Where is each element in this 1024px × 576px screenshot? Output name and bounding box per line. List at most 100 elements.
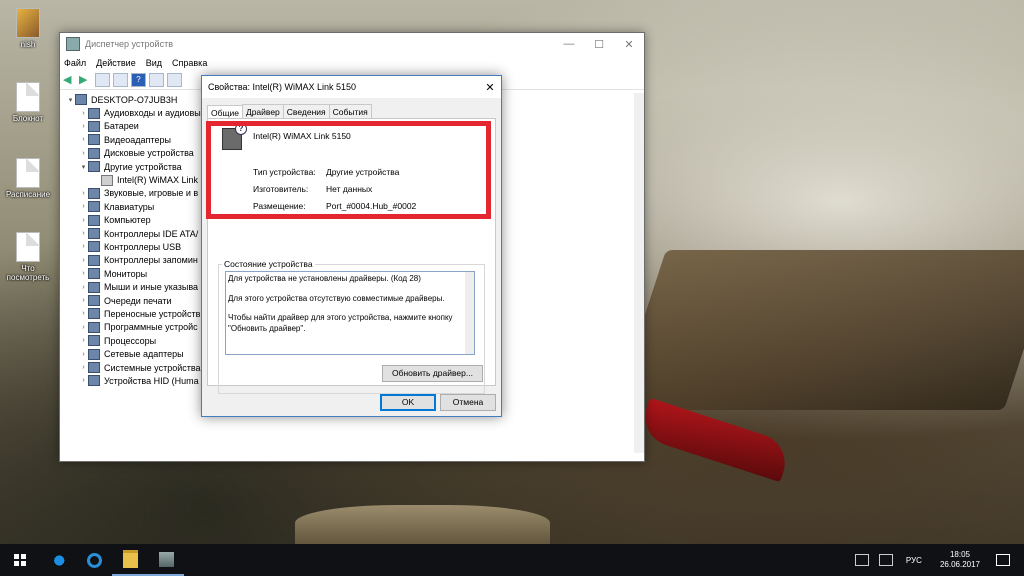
- chevron-right-icon[interactable]: ›: [79, 190, 88, 197]
- chevron-right-icon[interactable]: ›: [79, 123, 88, 130]
- tab-details[interactable]: Сведения: [282, 104, 330, 119]
- clock-date: 26.06.2017: [939, 560, 980, 569]
- tree-item-label: Клавиатуры: [104, 201, 155, 212]
- back-arrow-icon[interactable]: ◀: [63, 74, 76, 86]
- menu-help[interactable]: Справка: [172, 58, 207, 68]
- computer-icon: [88, 214, 100, 226]
- help-icon[interactable]: ?: [131, 73, 146, 87]
- tree-item-label: Очереди печати: [104, 295, 172, 306]
- chevron-right-icon[interactable]: ›: [79, 310, 88, 317]
- chevron-right-icon[interactable]: ›: [79, 217, 88, 224]
- printer-icon: [88, 295, 100, 307]
- edge-icon: [50, 552, 66, 568]
- tree-item-label: Аудиовходы и аудиовы: [104, 108, 201, 119]
- properties-titlebar[interactable]: Свойства: Intel(R) WiMAX Link 5150 ✕: [202, 76, 501, 98]
- update-driver-button[interactable]: Обновить драйвер...: [382, 365, 483, 382]
- cpu-icon: [88, 335, 100, 347]
- tree-item-label: Батареи: [104, 121, 139, 132]
- tree-item-label: Контроллеры запомин: [104, 255, 198, 266]
- menu-file[interactable]: Файл: [64, 58, 86, 68]
- tree-item-label: Контроллеры USB: [104, 241, 182, 252]
- desktop-icon-schedule[interactable]: Расписание: [2, 158, 54, 199]
- chevron-right-icon[interactable]: ›: [79, 243, 88, 250]
- background-roof: [614, 250, 1024, 410]
- chevron-down-icon[interactable]: ▾: [66, 96, 75, 104]
- notifications-icon[interactable]: [996, 554, 1010, 566]
- taskbar-device-manager[interactable]: [148, 544, 184, 576]
- usb-icon: [88, 241, 100, 253]
- chevron-right-icon[interactable]: ›: [79, 203, 88, 210]
- close-button[interactable]: ✕: [614, 38, 644, 51]
- file-explorer-icon: [122, 550, 138, 568]
- status-line: Чтобы найти драйвер для этого устройства…: [228, 313, 453, 333]
- chevron-down-icon[interactable]: ▾: [79, 163, 88, 171]
- dialog-close-button[interactable]: ✕: [479, 81, 501, 94]
- tree-item-label: Звуковые, игровые и в: [104, 188, 199, 199]
- network-icon: [88, 348, 100, 360]
- taskbar-media[interactable]: [76, 544, 112, 576]
- desktop-icon-label: Блокнот: [12, 114, 44, 123]
- chevron-right-icon[interactable]: ›: [79, 136, 88, 143]
- status-scrollbar[interactable]: [465, 272, 474, 354]
- chevron-right-icon[interactable]: ›: [79, 270, 88, 277]
- chevron-right-icon[interactable]: ›: [79, 364, 88, 371]
- portable-icon: [88, 308, 100, 320]
- system-icon: [88, 362, 100, 373]
- tab-driver[interactable]: Драйвер: [241, 104, 284, 119]
- language-indicator[interactable]: РУС: [906, 556, 922, 565]
- taskbar-file-explorer[interactable]: [112, 544, 148, 576]
- tree-item-label: Переносные устройств: [104, 308, 201, 319]
- monitor-icon[interactable]: [167, 73, 182, 87]
- view-icon[interactable]: [149, 73, 164, 87]
- chevron-right-icon[interactable]: ›: [79, 230, 88, 237]
- desktop-icon-label: Что посмотреть: [6, 264, 50, 282]
- text-file-icon: [16, 158, 40, 188]
- chevron-right-icon[interactable]: ›: [79, 110, 88, 117]
- properties-icon[interactable]: [113, 73, 128, 87]
- desktop-icon-to-watch[interactable]: Что посмотреть: [2, 232, 54, 282]
- taskbar-edge[interactable]: [40, 544, 76, 576]
- status-line: Для устройства не установлены драйверы. …: [228, 274, 421, 283]
- windows-logo-icon: [14, 554, 26, 566]
- chevron-right-icon[interactable]: ›: [79, 377, 88, 384]
- start-button[interactable]: [0, 544, 40, 576]
- chevron-right-icon[interactable]: ›: [79, 337, 88, 344]
- desktop-icon-label: nish: [20, 40, 36, 49]
- menu-view[interactable]: Вид: [146, 58, 162, 68]
- highlight-frame: [206, 121, 491, 219]
- device-manager-icon: [66, 37, 80, 51]
- chevron-right-icon[interactable]: ›: [79, 257, 88, 264]
- clock[interactable]: 18:05 26.06.2017: [940, 550, 980, 570]
- audio-icon: [88, 107, 100, 119]
- device-status-label: Состояние устройства: [222, 259, 315, 269]
- menu-action[interactable]: Действие: [96, 58, 136, 68]
- cancel-button[interactable]: Отмена: [440, 394, 496, 411]
- user-folder-icon: [16, 8, 40, 38]
- computer-icon: [75, 94, 87, 106]
- chevron-right-icon[interactable]: ›: [79, 324, 88, 331]
- forward-arrow-icon[interactable]: ▶: [79, 74, 92, 86]
- keyboard-icon: [88, 201, 100, 213]
- chevron-right-icon[interactable]: ›: [79, 284, 88, 291]
- vertical-scrollbar[interactable]: [634, 93, 644, 453]
- chevron-right-icon[interactable]: ›: [79, 351, 88, 358]
- show-hide-tree-icon[interactable]: [95, 73, 110, 87]
- clock-time: 18:05: [949, 550, 970, 559]
- minimize-button[interactable]: —: [554, 38, 584, 50]
- chevron-right-icon[interactable]: ›: [79, 297, 88, 304]
- device-status-text[interactable]: Для устройства не установлены драйверы. …: [225, 271, 475, 355]
- maximize-button[interactable]: ☐: [584, 38, 614, 51]
- desktop-icon-user[interactable]: nish: [2, 8, 54, 49]
- tree-item-label: Мыши и иные указыва: [104, 282, 199, 293]
- text-file-icon: [16, 82, 40, 112]
- desktop-icon-notepad[interactable]: Блокнот: [2, 82, 54, 123]
- ok-button[interactable]: OK: [380, 394, 436, 411]
- chevron-right-icon[interactable]: ›: [79, 150, 88, 157]
- tab-events[interactable]: События: [328, 104, 372, 119]
- speaker-icon[interactable]: [878, 554, 893, 566]
- tree-item-label: Дисковые устройства: [104, 148, 194, 159]
- tree-item-label: Другие устройства: [104, 161, 182, 172]
- network-icon[interactable]: [854, 554, 869, 566]
- device-manager-titlebar[interactable]: Диспетчер устройств — ☐ ✕: [60, 33, 644, 55]
- window-title: Диспетчер устройств: [85, 39, 173, 49]
